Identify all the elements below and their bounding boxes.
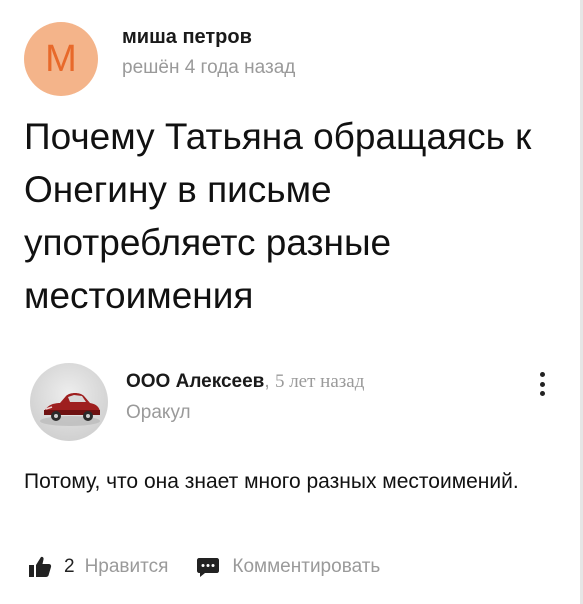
vertical-dots-icon [539, 391, 545, 396]
answer-author-rank: Оракул [126, 402, 191, 423]
comment-button[interactable]: Комментировать [196, 555, 380, 579]
question-author-meta: миша петров решён 4 года назад [122, 24, 295, 80]
answer-author-separator: , [264, 371, 270, 392]
toy-car-avatar-image [40, 393, 100, 426]
question-author-name[interactable]: миша петров [122, 24, 295, 50]
answer-author-meta: ООО Алексеев, 5 лет назад Оракул [126, 369, 364, 425]
question-status-time: решён 4 года назад [122, 57, 296, 78]
vertical-dots-icon [539, 381, 545, 387]
answer-author: ООО Алексеев, 5 лет назад Оракул [30, 363, 364, 441]
question-author: М миша петров решён 4 года назад [24, 22, 295, 96]
answer-actions: 2 Нравится Комментировать [28, 555, 380, 579]
question-author-avatar[interactable]: М [24, 22, 98, 96]
answer-author-line: ООО Алексеев, 5 лет назад [126, 369, 364, 395]
thumbs-up-icon [29, 556, 52, 577]
answer-text: Потому, что она знает много разных место… [24, 470, 519, 493]
answer-time: 5 лет назад [274, 371, 365, 392]
like-count: 2 [64, 556, 75, 577]
like-label: Нравится [84, 556, 169, 577]
comment-bubble-icon [197, 558, 220, 577]
like-button[interactable]: 2 Нравится [28, 555, 168, 579]
answer-author-avatar[interactable] [30, 363, 108, 441]
question-title: Почему Татьяна обращаясь к Онегину в пис… [24, 116, 532, 316]
answer-author-name[interactable]: ООО Алексеев [126, 371, 264, 392]
vertical-dots-icon [539, 372, 545, 377]
more-options-button[interactable] [532, 372, 552, 396]
comment-label: Комментировать [232, 556, 381, 577]
